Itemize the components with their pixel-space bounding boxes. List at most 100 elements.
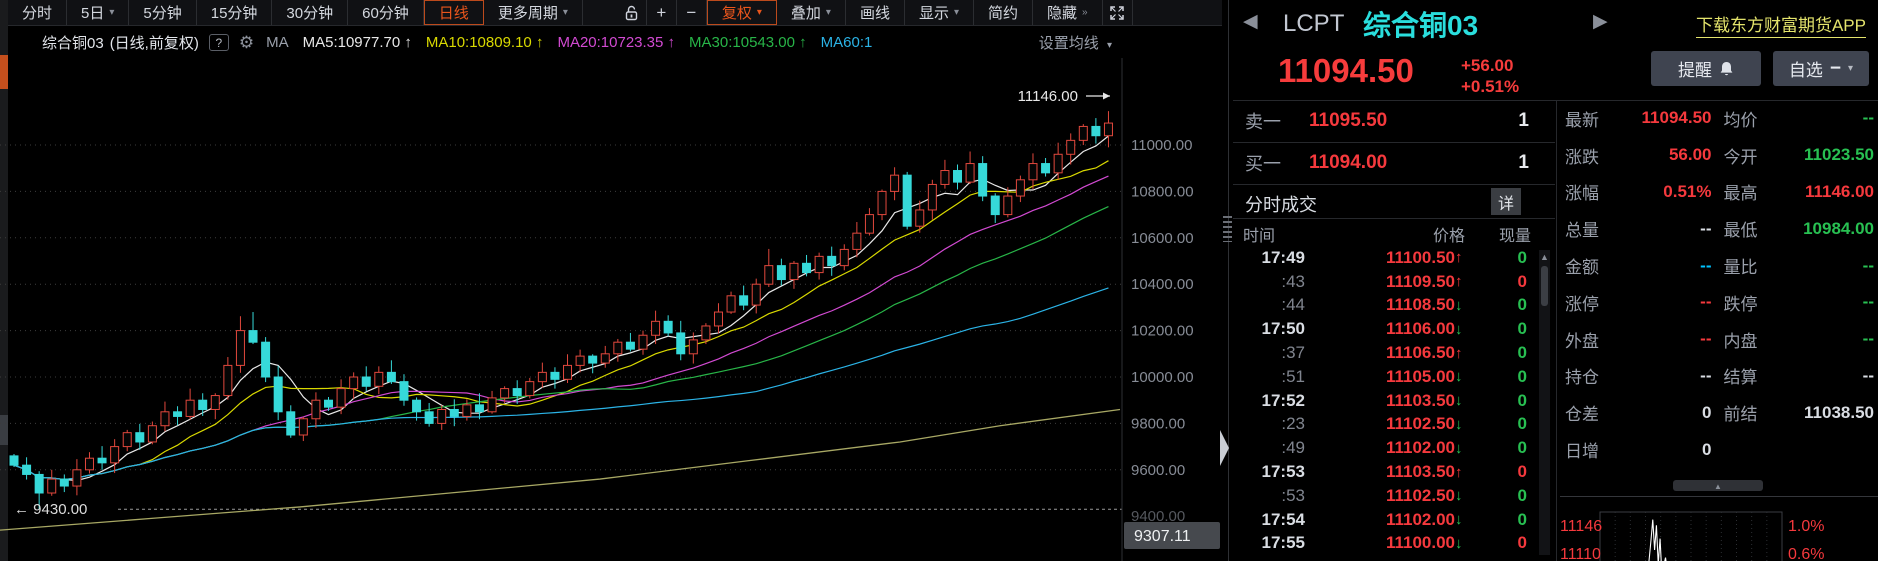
tick-scrollbar[interactable]: ▲ (1539, 250, 1550, 555)
next-contract-icon[interactable]: ▶ (1593, 10, 1608, 33)
chart-legend-bar: 综合铜03 (日线,前复权) ? ⚙ MA MA5:10977.70 ↑MA10… (8, 27, 1222, 58)
high-annotation: 11146.00 (1018, 88, 1078, 105)
scroll-up-icon[interactable]: ▲ (1539, 252, 1550, 262)
ma-settings-dropdown[interactable]: 设置均线 ▾ (1033, 32, 1112, 53)
tick-row[interactable]: :5311102.50↓0 (1233, 484, 1533, 508)
zoom-in-button[interactable]: + (647, 0, 677, 25)
tick-row[interactable]: :2311102.50↓0 (1233, 413, 1533, 437)
tick-volume: 0 (1471, 272, 1527, 292)
tick-row[interactable]: :4311109.50↑0 (1233, 270, 1533, 294)
period-button-30分钟[interactable]: 30分钟 (272, 0, 348, 25)
down-arrow-icon: ↓ (1455, 511, 1471, 528)
stat-value: 10984.00 (1803, 219, 1874, 239)
svg-text:9600.00: 9600.00 (1131, 462, 1185, 479)
tick-price: 11108.50 (1305, 295, 1455, 315)
period-button-60分钟[interactable]: 60分钟 (348, 0, 424, 25)
price-change: +56.00 +0.51% (1461, 55, 1519, 97)
simple-button[interactable]: 简约 (974, 0, 1033, 25)
chevron-down-icon: ▾ (954, 7, 959, 18)
tick-row[interactable]: 17:5411102.00↓0 (1233, 508, 1533, 532)
panel-resize-grip[interactable] (1223, 216, 1232, 242)
alert-button[interactable]: 提醒 (1651, 51, 1761, 86)
change-value: +56.00 (1461, 55, 1519, 76)
ma-line-5 (14, 136, 1108, 480)
period-button-label: 60分钟 (362, 2, 409, 23)
tick-list[interactable]: 17:4911100.50↑0:4311109.50↑0:4411108.50↓… (1233, 246, 1533, 561)
tick-price: 11102.00 (1305, 438, 1455, 458)
collapse-arrow-icon: ▲ (1714, 482, 1722, 491)
tick-row[interactable]: 17:4911100.50↑0 (1233, 246, 1533, 270)
period-button-5分钟[interactable]: 5分钟 (129, 0, 196, 25)
stats-row: 仓差0前结11038.50 (1565, 394, 1878, 431)
divider (1556, 100, 1557, 561)
svg-text:10800.00: 10800.00 (1131, 183, 1194, 200)
watchlist-button[interactable]: 自选 − ▾ (1773, 51, 1869, 86)
draw-button[interactable]: 画线 (846, 0, 905, 25)
zoom-out-button[interactable]: − (677, 0, 707, 25)
stats-row: 总量--最低10984.00 (1565, 210, 1878, 247)
stat-label: 涨停 (1565, 290, 1599, 315)
stat-结算: 结算-- (1722, 363, 1878, 388)
hide-button[interactable]: 隐藏» (1033, 0, 1103, 25)
tick-row[interactable]: :5111105.00↓0 (1233, 365, 1533, 389)
period-button-日线[interactable]: 日线 (424, 0, 484, 25)
stat-value: -- (1700, 219, 1711, 239)
tick-detail-button[interactable]: 详 (1491, 188, 1521, 215)
ask-row[interactable]: 卖一 11095.50 1 (1233, 101, 1555, 141)
period-button-5日[interactable]: 5日▾ (67, 0, 129, 25)
tick-row[interactable]: 17:5011106.00↓0 (1233, 317, 1533, 341)
stats-row: 涨幅0.51%最高11146.00 (1565, 174, 1878, 211)
stat-label: 持仓 (1565, 363, 1599, 388)
tick-list-title: 分时成交 (1245, 191, 1317, 217)
down-arrow-icon: ↓ (1455, 535, 1471, 552)
stats-collapse-button[interactable]: ▲ (1673, 480, 1763, 491)
candlestick-chart[interactable]: 11146.00← 9430.0011000.0010800.0010600.0… (0, 58, 1228, 561)
tick-volume: 0 (1471, 486, 1527, 506)
help-icon[interactable]: ? (209, 34, 229, 51)
period-button-label: 15分钟 (211, 2, 258, 23)
ma-legend-item: MA30:10543.00 ↑ (689, 34, 807, 51)
mini-chart-axis-label: 11110 (1560, 546, 1601, 561)
down-arrow-icon: ↓ (1455, 487, 1471, 504)
stat-量比: 量比-- (1722, 253, 1878, 278)
period-button-更多周期[interactable]: 更多周期▾ (484, 0, 583, 25)
stats-row: 日增0 (1565, 431, 1878, 468)
stat-涨幅: 涨幅0.51% (1565, 179, 1722, 204)
tick-volume: 0 (1471, 367, 1527, 387)
tick-price: 11106.00 (1305, 319, 1455, 339)
tick-row[interactable]: 17:5211103.50↓0 (1233, 389, 1533, 413)
stat-value: 0 (1702, 403, 1711, 423)
tick-row[interactable]: 17:5511100.00↓0 (1233, 532, 1533, 556)
chart-toolbar: 分时5日▾5分钟15分钟30分钟60分钟日线更多周期▾+−复权▾叠加▾画线显示▾… (8, 0, 1222, 26)
tick-row[interactable]: :4911102.00↓0 (1233, 436, 1533, 460)
tick-row[interactable]: :3711106.50↑0 (1233, 341, 1533, 365)
tick-row[interactable]: :4411108.50↓0 (1233, 294, 1533, 318)
display-button[interactable]: 显示▾ (905, 0, 974, 25)
overlay-button[interactable]: 叠加▾ (777, 0, 846, 25)
fullscreen-icon[interactable] (1103, 0, 1133, 25)
lock-open-icon[interactable] (617, 0, 647, 25)
panel-collapse-arrow-icon[interactable] (1220, 430, 1229, 466)
toolbar-button-label: 复权 (722, 2, 752, 23)
stat-总量: 总量-- (1565, 216, 1722, 241)
tick-price: 11106.50 (1305, 343, 1455, 363)
stat-label: 前结 (1724, 400, 1758, 425)
adjust-button[interactable]: 复权▾ (707, 0, 777, 25)
prev-contract-icon[interactable]: ◀ (1243, 10, 1258, 33)
period-button-label: 分时 (22, 2, 52, 23)
gear-icon[interactable]: ⚙ (239, 33, 254, 53)
download-app-link[interactable]: 下载东方财富期货APP (1696, 11, 1866, 38)
bid-row[interactable]: 买一 11094.00 1 (1233, 143, 1555, 183)
tick-row[interactable]: 17:5311103.50↑0 (1233, 460, 1533, 484)
chart-mode-label: (日线,前复权) (110, 32, 199, 53)
up-arrow-icon: ↑ (1455, 345, 1471, 362)
intraday-mini-chart[interactable]: 11146111101.0%0.6% (1560, 500, 1878, 561)
tick-time: :23 (1233, 414, 1305, 434)
stat-label: 仓差 (1565, 400, 1599, 425)
period-button-15分钟[interactable]: 15分钟 (197, 0, 273, 25)
double-chevron-right-icon: » (1082, 7, 1088, 18)
svg-text:10200.00: 10200.00 (1131, 323, 1194, 340)
period-button-分时[interactable]: 分时 (8, 0, 67, 25)
stat-最新: 最新11094.50 (1565, 106, 1722, 131)
scrollbar-thumb[interactable] (1541, 266, 1548, 306)
